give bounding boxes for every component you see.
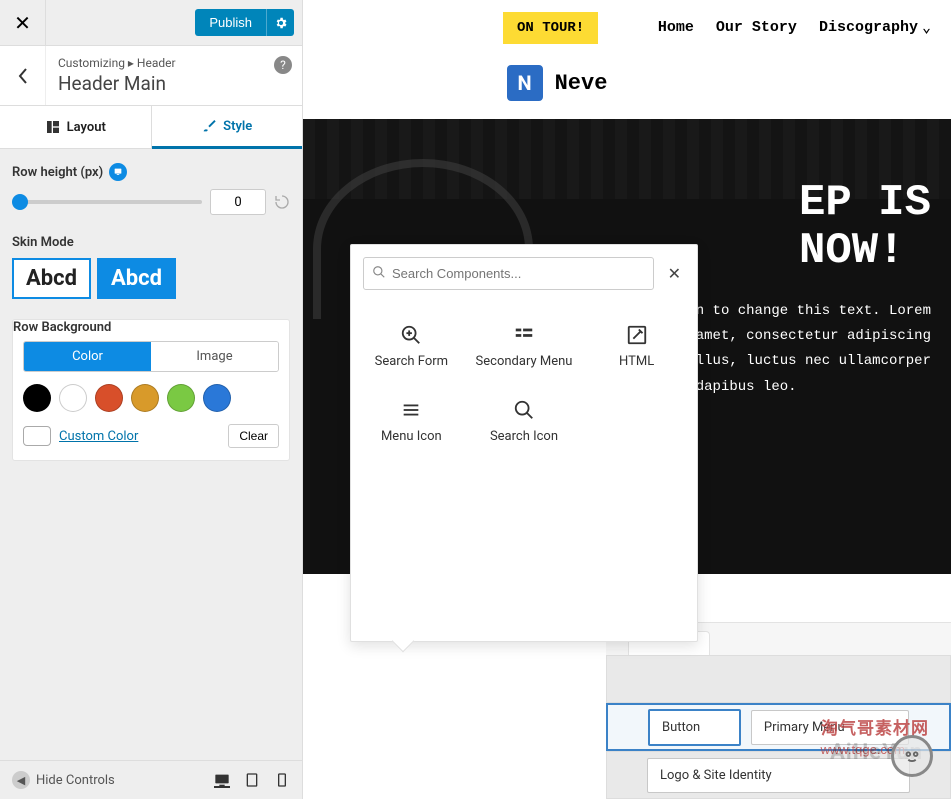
hero-title: EP IS NOW! bbox=[799, 179, 931, 276]
responsive-toggle-icon[interactable] bbox=[109, 163, 127, 181]
custom-color-link[interactable]: Custom Color bbox=[59, 429, 138, 444]
chevron-down-icon: ⌄ bbox=[922, 18, 931, 37]
component-secondary-menu-label: Secondary Menu bbox=[476, 354, 573, 369]
chevron-left-icon: ◀ bbox=[12, 771, 30, 789]
component-html-label: HTML bbox=[619, 354, 654, 369]
component-search-form[interactable]: Search Form bbox=[355, 312, 468, 387]
popover-close-icon[interactable]: ✕ bbox=[664, 260, 685, 287]
component-search-icon[interactable]: Search Icon bbox=[468, 387, 581, 462]
magnifier-plus-icon bbox=[400, 324, 422, 346]
component-secondary-menu[interactable]: Secondary Menu bbox=[468, 312, 581, 387]
slider-handle[interactable] bbox=[12, 194, 28, 210]
background-type-tabs: Color Image bbox=[23, 341, 279, 372]
skin-light-option[interactable]: Abcd bbox=[12, 258, 91, 299]
row-height-slider[interactable] bbox=[12, 200, 202, 204]
logo-row: N Neve bbox=[163, 55, 951, 119]
row-background-label: Row Background bbox=[13, 320, 279, 335]
site-logo[interactable]: N bbox=[507, 65, 543, 101]
magnifier-icon bbox=[513, 399, 535, 421]
publish-button[interactable]: Publish bbox=[195, 9, 266, 36]
top-right: Publish bbox=[46, 0, 302, 45]
primary-nav: Home Our Story Discography ⌄ bbox=[658, 18, 931, 37]
component-search-form-label: Search Form bbox=[375, 354, 448, 369]
custom-color-row: Custom Color Clear bbox=[23, 424, 279, 448]
device-preview-icons bbox=[214, 772, 290, 788]
settings-gear-icon[interactable] bbox=[266, 9, 294, 36]
pencil-box-icon bbox=[626, 324, 648, 346]
tab-style-label: Style bbox=[223, 119, 252, 134]
nav-home[interactable]: Home bbox=[658, 18, 694, 37]
swatch-black[interactable] bbox=[23, 384, 51, 412]
tab-layout-label: Layout bbox=[67, 120, 106, 135]
component-menu-icon[interactable]: Menu Icon bbox=[355, 387, 468, 462]
bg-color-tab[interactable]: Color bbox=[24, 342, 151, 371]
component-menu-icon-label: Menu Icon bbox=[381, 429, 442, 444]
clear-button[interactable]: Clear bbox=[228, 424, 279, 448]
footer-bar: ◀ Hide Controls bbox=[0, 760, 302, 799]
nav-discography-label: Discography bbox=[819, 19, 918, 36]
hide-controls-label: Hide Controls bbox=[36, 773, 115, 788]
tab-layout[interactable]: Layout bbox=[0, 106, 152, 149]
hero-title-l1: EP IS bbox=[799, 179, 931, 227]
nav-our-story[interactable]: Our Story bbox=[716, 18, 797, 37]
back-button[interactable] bbox=[0, 46, 46, 105]
skin-mode-control: Skin Mode Abcd Abcd bbox=[12, 235, 290, 299]
hide-controls-button[interactable]: ◀ Hide Controls bbox=[12, 771, 115, 789]
layout-icon bbox=[45, 119, 61, 135]
desktop-icon[interactable] bbox=[214, 772, 230, 788]
swatch-orange[interactable] bbox=[131, 384, 159, 412]
components-popover: ✕ Search Form Secondary Menu HTML Menu I… bbox=[350, 244, 698, 642]
search-components-input[interactable] bbox=[392, 266, 645, 281]
bg-image-tab[interactable]: Image bbox=[151, 342, 278, 371]
popover-header: ✕ bbox=[351, 245, 697, 302]
skin-dark-option[interactable]: Abcd bbox=[97, 258, 176, 299]
component-search-icon-label: Search Icon bbox=[490, 429, 558, 444]
search-icon bbox=[372, 264, 386, 283]
component-html[interactable]: HTML bbox=[580, 312, 693, 387]
swatch-green[interactable] bbox=[167, 384, 195, 412]
row-height-control: Row height (px) 0 bbox=[12, 163, 290, 215]
on-tour-badge[interactable]: ON TOUR! bbox=[503, 12, 598, 44]
close-button[interactable]: ✕ bbox=[0, 0, 46, 45]
color-swatches bbox=[23, 384, 279, 412]
hero-title-l2: NOW! bbox=[799, 227, 931, 275]
preview-topbar: ON TOUR! Home Our Story Discography ⌄ bbox=[303, 0, 951, 55]
builder-chip-button[interactable]: Button bbox=[648, 709, 741, 746]
swatch-red[interactable] bbox=[95, 384, 123, 412]
top-bar: ✕ Publish bbox=[0, 0, 302, 46]
controls-area: Row height (px) 0 Skin Mode Abcd Abcd bbox=[0, 149, 302, 760]
builder-row-top[interactable] bbox=[606, 655, 951, 703]
grid-menu-icon bbox=[513, 324, 535, 346]
brush-icon bbox=[201, 118, 217, 134]
row-height-value[interactable]: 0 bbox=[210, 189, 266, 215]
row-background-control: Row Background Color Image Custom Color … bbox=[12, 319, 290, 461]
customizer-sidebar: ✕ Publish Customizing ▸ Header Header Ma… bbox=[0, 0, 303, 799]
row-height-slider-row: 0 bbox=[12, 189, 290, 215]
components-grid: Search Form Secondary Menu HTML Menu Ico… bbox=[351, 302, 697, 466]
mobile-icon[interactable] bbox=[274, 772, 290, 788]
skin-mode-label: Skin Mode bbox=[12, 235, 290, 250]
custom-color-box[interactable] bbox=[23, 426, 51, 446]
reset-icon[interactable] bbox=[274, 194, 290, 210]
site-name[interactable]: Neve bbox=[555, 71, 608, 96]
watermark-face-icon bbox=[891, 735, 933, 777]
hero-paragraph: n to change this text. Lorem amet, conse… bbox=[696, 299, 931, 400]
row-height-label: Row height (px) bbox=[12, 165, 103, 180]
search-components-wrap bbox=[363, 257, 654, 290]
hamburger-icon bbox=[400, 399, 422, 421]
tablet-icon[interactable] bbox=[244, 772, 260, 788]
swatch-blue[interactable] bbox=[203, 384, 231, 412]
nav-discography[interactable]: Discography ⌄ bbox=[819, 18, 931, 37]
swatch-white[interactable] bbox=[59, 384, 87, 412]
